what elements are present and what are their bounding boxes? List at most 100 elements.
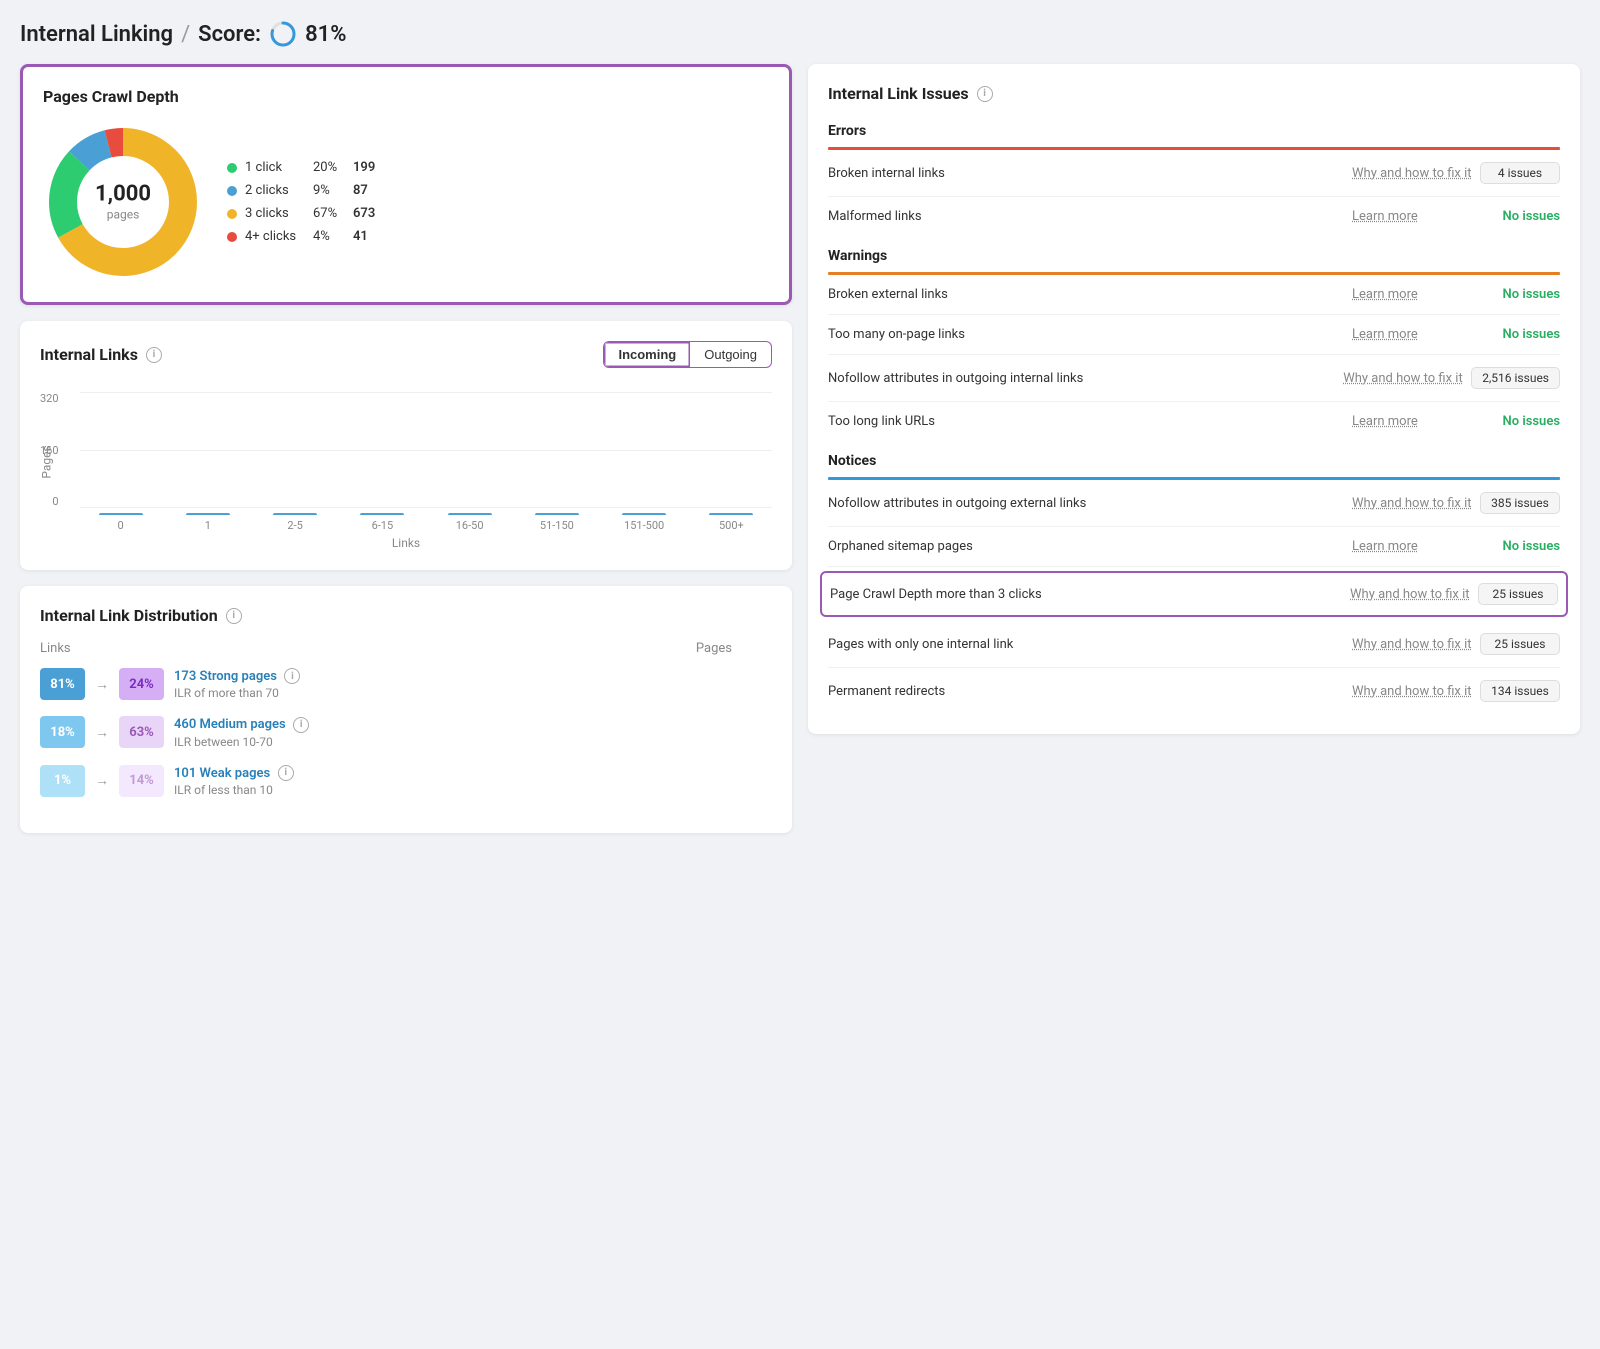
issue-no-issues: No issues — [1480, 327, 1560, 342]
dist-link[interactable]: 173 Strong pages — [174, 669, 277, 684]
outgoing-button[interactable]: Outgoing — [690, 342, 771, 367]
issue-name: Too many on-page links — [828, 327, 1344, 342]
score-circle-icon — [269, 20, 297, 48]
internal-links-card: Internal Links i Incoming Outgoing Pages — [20, 321, 792, 570]
internal-links-title: Internal Links — [40, 345, 138, 364]
legend-item: 2 clicks 9% 87 — [227, 183, 375, 198]
internal-links-header: Internal Links i Incoming Outgoing — [40, 341, 772, 368]
y-tick-3: 0 — [52, 495, 58, 508]
issue-action-link[interactable]: Learn more — [1352, 327, 1472, 342]
internal-links-info-icon[interactable]: i — [146, 347, 162, 363]
issue-action-link[interactable]: Learn more — [1352, 539, 1472, 554]
issue-badge: 2,516 issues — [1471, 367, 1560, 389]
dist-info-icon[interactable]: i — [284, 668, 300, 684]
issue-no-issues: No issues — [1480, 539, 1560, 554]
dist-links-bar: 18% — [40, 716, 85, 748]
issue-action-link[interactable]: Learn more — [1352, 287, 1472, 302]
issue-badge: 25 issues — [1478, 583, 1558, 605]
main-grid: Pages Crawl Depth 1,000 pages — [20, 64, 1580, 833]
issue-name: Malformed links — [828, 209, 1344, 224]
y-ticks: 320 160 0 — [40, 392, 65, 508]
dist-desc: ILR of more than 70 — [174, 686, 772, 700]
page-title: Internal Linking — [20, 22, 173, 47]
dist-info-icon[interactable]: i — [293, 717, 309, 733]
issue-name: Orphaned sitemap pages — [828, 539, 1344, 554]
distribution-rows: 81% → 24% 173 Strong pages i ILR of more… — [40, 668, 772, 797]
issues-title: Internal Link Issues — [828, 84, 969, 103]
bar — [448, 513, 492, 515]
distribution-title: Internal Link Distribution — [40, 606, 218, 625]
issue-action-link[interactable]: Learn more — [1352, 414, 1472, 429]
issue-action-link[interactable]: Learn more — [1352, 209, 1472, 224]
issue-no-issues: No issues — [1480, 414, 1560, 429]
bar-label: 1 — [205, 519, 211, 532]
bar — [99, 513, 143, 515]
issues-section-errors: Errors Broken internal links Why and how… — [828, 111, 1560, 236]
issue-row: Page Crawl Depth more than 3 clicks Why … — [820, 571, 1568, 617]
legend-item: 4+ clicks 4% 41 — [227, 229, 375, 244]
bar-group: 0 — [80, 513, 161, 532]
donut-legend: 1 click 20% 199 2 clicks 9% 87 3 clicks … — [227, 160, 375, 244]
issue-name: Broken external links — [828, 287, 1344, 302]
dist-pages-bar: 63% — [119, 716, 164, 748]
dist-arrow-icon: → — [95, 772, 109, 789]
bar-group: 16-50 — [429, 513, 510, 532]
legend-label: 3 clicks — [245, 206, 305, 221]
bar — [360, 513, 404, 515]
issues-info-icon[interactable]: i — [977, 86, 993, 102]
legend-count: 41 — [353, 229, 368, 244]
incoming-button[interactable]: Incoming — [604, 342, 690, 367]
legend-label: 1 click — [245, 160, 305, 175]
issues-card: Internal Link Issues i Errors Broken int… — [808, 64, 1580, 734]
distribution-info-icon[interactable]: i — [226, 608, 242, 624]
legend-dot — [227, 232, 237, 242]
legend-item: 1 click 20% 199 — [227, 160, 375, 175]
bar-label: 500+ — [719, 519, 744, 532]
distribution-row: 1% → 14% 101 Weak pages i ILR of less th… — [40, 765, 772, 797]
issue-section-title: Errors — [828, 111, 1560, 147]
distribution-card: Internal Link Distribution i Links Pages… — [20, 586, 792, 833]
bar — [709, 513, 753, 515]
issue-action-link[interactable]: Why and how to fix it — [1352, 496, 1472, 511]
toggle-buttons[interactable]: Incoming Outgoing — [603, 341, 772, 368]
bar-chart-wrapper: Pages 320 160 0 0 1 2-5 6 — [40, 384, 772, 550]
donut-chart: 1,000 pages — [43, 122, 203, 282]
donut-label: pages — [107, 208, 140, 222]
legend-item: 3 clicks 67% 673 — [227, 206, 375, 221]
bar-label: 2-5 — [287, 519, 302, 532]
dist-link[interactable]: 101 Weak pages — [174, 766, 270, 781]
donut-section: 1,000 pages 1 click 20% 199 2 clicks 9% … — [43, 122, 769, 282]
dist-pages-bar: 24% — [119, 668, 164, 700]
issue-row: Malformed links Learn more No issues — [828, 197, 1560, 236]
issue-action-link[interactable]: Why and how to fix it — [1352, 166, 1472, 181]
legend-pct: 67% — [313, 206, 345, 221]
dist-col-links-label: Links — [40, 641, 386, 656]
dist-desc: ILR of less than 10 — [174, 783, 772, 797]
issue-row: Too long link URLs Learn more No issues — [828, 402, 1560, 441]
issue-row: Broken internal links Why and how to fix… — [828, 150, 1560, 197]
issue-name: Broken internal links — [828, 166, 1344, 181]
dist-col-pages-label: Pages — [386, 641, 772, 656]
legend-pct: 4% — [313, 229, 345, 244]
issue-no-issues: No issues — [1480, 287, 1560, 302]
issue-row: Nofollow attributes in outgoing external… — [828, 480, 1560, 527]
issue-action-link[interactable]: Why and how to fix it — [1343, 371, 1463, 386]
issue-action-link[interactable]: Why and how to fix it — [1352, 684, 1472, 699]
dist-link[interactable]: 460 Medium pages — [174, 717, 286, 732]
legend-dot — [227, 209, 237, 219]
bar — [273, 513, 317, 515]
bar-label: 6-15 — [372, 519, 394, 532]
dist-info: 460 Medium pages i ILR between 10-70 — [174, 716, 772, 748]
issue-name: Nofollow attributes in outgoing internal… — [828, 371, 1335, 386]
right-column: Internal Link Issues i Errors Broken int… — [808, 64, 1580, 734]
issue-action-link[interactable]: Why and how to fix it — [1350, 587, 1470, 602]
issue-name: Permanent redirects — [828, 684, 1344, 699]
issue-row: Orphaned sitemap pages Learn more No iss… — [828, 527, 1560, 567]
dist-info-icon[interactable]: i — [278, 765, 294, 781]
issue-badge: 134 issues — [1480, 680, 1560, 702]
issue-name: Nofollow attributes in outgoing external… — [828, 496, 1344, 511]
issue-badge: 25 issues — [1480, 633, 1560, 655]
dist-arrow-icon: → — [95, 724, 109, 741]
issue-action-link[interactable]: Why and how to fix it — [1352, 637, 1472, 652]
issue-row: Permanent redirects Why and how to fix i… — [828, 668, 1560, 714]
